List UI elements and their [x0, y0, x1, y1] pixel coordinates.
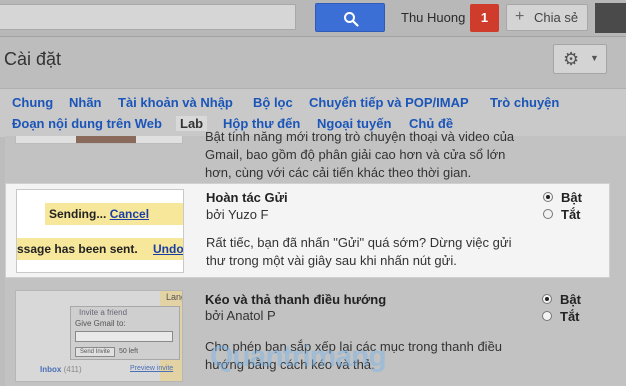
radio-selected-icon: [543, 192, 553, 202]
tab-web-clips[interactable]: Đoạn nội dung trên Web: [12, 116, 162, 131]
preview-cancel-link: Cancel: [109, 207, 150, 221]
lab-author: bởi Yuzo F: [206, 207, 269, 222]
radio-unselected-icon: [543, 209, 553, 219]
lab-title: Kéo và thả thanh điều hướng: [205, 292, 387, 307]
tab-labs[interactable]: Lab: [176, 116, 208, 131]
lab-description-line: thư trong một vài giây sau khi nhấn nút …: [206, 253, 457, 268]
top-bar: Thu Huong 1 + Chia sẻ: [0, 0, 626, 36]
share-button-label: Chia sẻ: [534, 10, 579, 25]
plus-icon: +: [515, 8, 525, 25]
lab-author: bởi Anatol P: [205, 308, 276, 323]
lab-description-line: Bật tính năng mới trong trò chuyện thoại…: [205, 129, 515, 144]
user-name-link[interactable]: Thu Huong: [401, 10, 465, 25]
share-button[interactable]: + Chia sẻ: [506, 4, 588, 31]
radio-unselected-icon: [542, 311, 552, 321]
lab-preview-image: Sending... Cancel ssage has been sent. U…: [16, 189, 184, 273]
preview-inbox-count: (411): [63, 365, 82, 374]
search-icon: [344, 12, 359, 27]
enable-radio-label: Bật: [560, 292, 581, 307]
preview-side-text: Langu: [166, 292, 182, 302]
lab-title: Hoàn tác Gửi: [206, 190, 288, 205]
preview-sent-bar: ssage has been sent. Undo: [17, 238, 184, 260]
enable-radio-label: Bật: [561, 190, 582, 205]
chevron-down-icon: ▼: [590, 53, 599, 63]
lab-description-line: hơn, cùng với các cải tiến khác theo thờ…: [205, 165, 472, 180]
preview-invite-box: Invite a friend Give Gmail to: Send Invi…: [70, 306, 180, 360]
preview-input: [75, 331, 173, 342]
lab-preview-image: [15, 136, 183, 144]
header-divider: [0, 36, 626, 37]
radio-selected-icon: [542, 294, 552, 304]
preview-sent-text: ssage has been sent.: [17, 242, 138, 256]
lab-description: Rất tiếc, bạn đã nhấn "Gửi" quá sớm? Dừn…: [206, 234, 524, 270]
watermark: Quantrimang: [210, 340, 387, 373]
search-input[interactable]: [0, 4, 296, 30]
page-title: Cài đặt: [4, 49, 62, 69]
preview-give-text: Give Gmail to:: [75, 319, 126, 328]
settings-gear-button[interactable]: ⚙ ▼: [553, 44, 607, 74]
tab-filters[interactable]: Bộ lọc: [253, 95, 293, 110]
lab-item-undo-send: Sending... Cancel ssage has been sent. U…: [5, 183, 610, 278]
tab-forwarding-pop-imap[interactable]: Chuyển tiếp và POP/IMAP: [309, 95, 469, 110]
notification-badge[interactable]: 1: [470, 4, 499, 32]
preview-invite-text: Invite a friend: [79, 308, 128, 317]
disable-radio-label: Tắt: [561, 207, 581, 222]
preview-invite-link: Preview invite: [130, 365, 174, 372]
lab-description-line: Gmail, bao gồm độ phân giải cao hơn và c…: [205, 147, 506, 162]
tab-chat[interactable]: Trò chuyện: [490, 95, 559, 110]
tab-general[interactable]: Chung: [12, 95, 53, 110]
preview-sending-bar: Sending... Cancel: [45, 203, 183, 225]
preview-send-button: Send Invite: [75, 347, 115, 357]
preview-inbox-text: Inbox: [40, 365, 62, 374]
avatar[interactable]: [595, 3, 626, 33]
preview-inbox-link: Inbox (411): [40, 365, 82, 374]
search-button[interactable]: [315, 3, 385, 32]
preview-undo-link: Undo: [153, 242, 184, 256]
lab-description: Bật tính năng mới trong trò chuyện thoại…: [205, 128, 523, 182]
lab-preview-image: Langu Invite a friend Give Gmail to: Sen…: [15, 290, 183, 382]
gear-icon: ⚙: [563, 49, 580, 69]
lab-item: Bật tính năng mới trong trò chuyện thoại…: [5, 129, 610, 180]
lab-description-line: Rất tiếc, bạn đã nhấn "Gửi" quá sớm? Dừn…: [206, 235, 512, 250]
disable-radio-label: Tắt: [560, 309, 580, 324]
tab-accounts-import[interactable]: Tài khoản và Nhập: [118, 95, 233, 110]
tab-labels[interactable]: Nhãn: [69, 95, 102, 110]
preview-left-text: 50 left: [119, 348, 139, 355]
preview-sending-text: Sending...: [49, 207, 107, 221]
